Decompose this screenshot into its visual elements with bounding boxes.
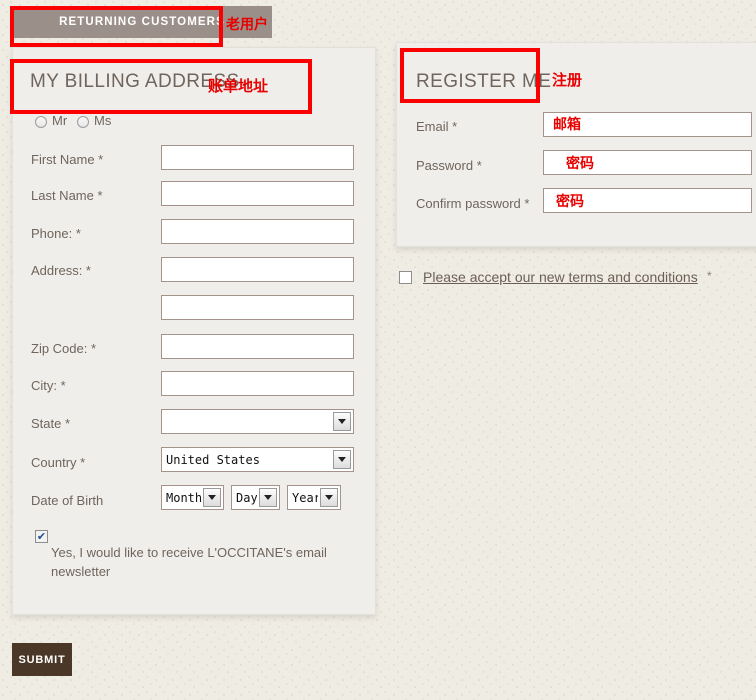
submit-button[interactable]: SUBMIT: [12, 643, 72, 676]
chevron-down-icon: [333, 412, 351, 431]
country-select-value: United States: [162, 453, 331, 467]
chevron-down-icon: [333, 450, 351, 469]
city-input[interactable]: [161, 371, 354, 396]
register-panel-title: REGISTER ME: [416, 71, 551, 93]
submit-button-label: SUBMIT: [19, 654, 66, 666]
radio-mr-label: Mr: [52, 113, 67, 128]
date-of-birth-label: Date of Birth: [31, 493, 103, 508]
annotation-returning-customers-cn: 老用户: [226, 14, 268, 34]
dob-year-value: Year: [288, 491, 318, 505]
last-name-label: Last Name *: [31, 188, 103, 203]
radio-ms-label: Ms: [94, 113, 111, 128]
zip-code-input[interactable]: [161, 334, 354, 359]
address-line2-input[interactable]: [161, 295, 354, 320]
terms-required-marker: *: [707, 269, 712, 283]
dob-month-select[interactable]: Month: [161, 485, 224, 510]
city-label: City: *: [31, 378, 66, 393]
chevron-down-icon: [320, 488, 338, 507]
terms-checkbox[interactable]: [399, 271, 412, 284]
confirm-password-label: Confirm password *: [416, 196, 529, 211]
address-line1-input[interactable]: [161, 257, 354, 282]
phone-label: Phone: *: [31, 226, 81, 241]
chevron-down-icon: [203, 488, 221, 507]
phone-input[interactable]: [161, 219, 354, 244]
dob-day-value: Day: [232, 491, 257, 505]
country-label: Country *: [31, 455, 85, 470]
radio-mr[interactable]: [35, 116, 47, 128]
dob-day-select[interactable]: Day: [231, 485, 280, 510]
first-name-label: First Name *: [31, 152, 103, 167]
last-name-input[interactable]: [161, 181, 354, 206]
password-input[interactable]: [543, 150, 752, 175]
password-label: Password *: [416, 158, 482, 173]
billing-address-panel: [12, 47, 376, 615]
first-name-input[interactable]: [161, 145, 354, 170]
state-select[interactable]: [161, 409, 354, 434]
state-label: State *: [31, 416, 70, 431]
chevron-down-icon: [259, 488, 277, 507]
dob-month-value: Month: [162, 491, 201, 505]
terms-and-conditions-link[interactable]: Please accept our new terms and conditio…: [423, 269, 698, 285]
annotation-register-title-cn: 注册: [552, 69, 582, 90]
tab-returning-customers-label: RETURNING CUSTOMERS: [59, 16, 225, 28]
newsletter-label: Yes, I would like to receive L'OCCITANE'…: [51, 543, 351, 581]
radio-ms[interactable]: [77, 116, 89, 128]
email-input[interactable]: [543, 112, 752, 137]
annotation-billing-title-cn: 账单地址: [208, 75, 268, 96]
address-label: Address: *: [31, 263, 91, 278]
country-select[interactable]: United States: [161, 447, 354, 472]
confirm-password-input[interactable]: [543, 188, 752, 213]
email-label: Email *: [416, 119, 457, 134]
zip-code-label: Zip Code: *: [31, 341, 96, 356]
newsletter-checkbox[interactable]: ✔: [35, 530, 48, 543]
dob-year-select[interactable]: Year: [287, 485, 341, 510]
